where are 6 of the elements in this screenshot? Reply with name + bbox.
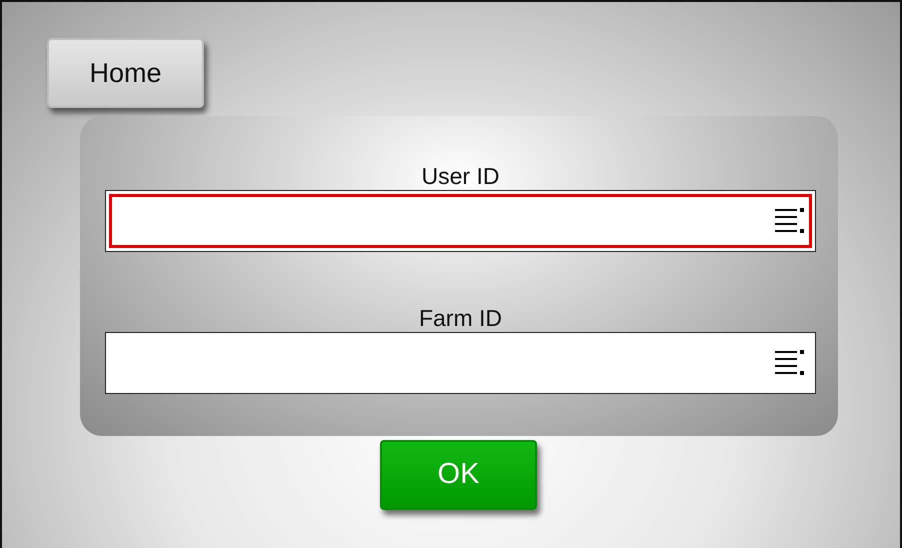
field-label: Farm ID (418, 305, 502, 331)
field-label: User ID (422, 163, 500, 189)
input-field[interactable] (109, 194, 812, 248)
list-icon[interactable] (775, 349, 805, 377)
home-button[interactable]: Home (47, 38, 204, 108)
list-icon[interactable] (775, 207, 805, 235)
